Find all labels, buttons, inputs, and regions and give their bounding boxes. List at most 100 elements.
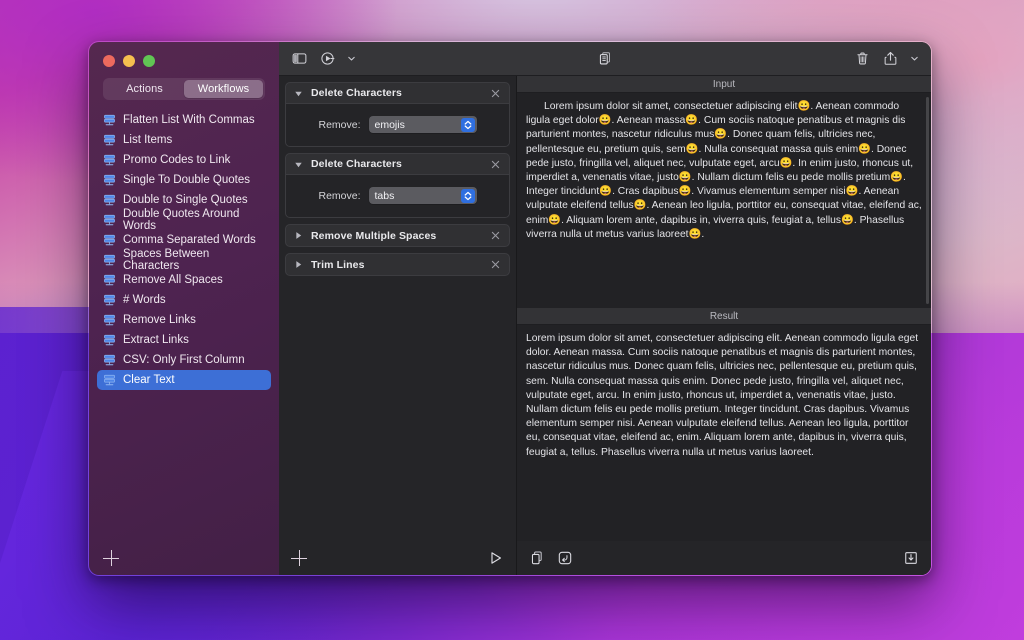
workflow-item-label: # Words (123, 294, 166, 306)
save-download-icon[interactable] (903, 550, 919, 566)
result-textarea[interactable]: Lorem ipsum dolor sit amet, consectetuer… (517, 325, 931, 541)
remove-popup-button[interactable]: emojis (369, 116, 477, 133)
input-scrollbar[interactable] (926, 97, 929, 304)
text-pane: Input Lorem ipsum dolor sit amet, consec… (517, 76, 931, 575)
action-card-header[interactable]: Remove Multiple Spaces (286, 225, 509, 246)
workflow-icon (103, 214, 116, 227)
workflow-list-item[interactable]: Remove All Spaces (97, 270, 271, 290)
input-section: Input Lorem ipsum dolor sit amet, consec… (517, 76, 931, 308)
workflow-item-label: Double to Single Quotes (123, 194, 248, 206)
workflow-list-item[interactable]: Double Quotes Around Words (97, 210, 271, 230)
workflow-list-item[interactable]: # Words (97, 290, 271, 310)
disclosure-triangle-right-icon[interactable] (294, 231, 303, 240)
workflow-item-label: Single To Double Quotes (123, 174, 250, 186)
popup-arrows[interactable] (461, 118, 475, 132)
workflow-icon (103, 354, 116, 367)
workflow-list-item[interactable]: Remove Links (97, 310, 271, 330)
workflow-list-item[interactable]: Promo Codes to Link (97, 150, 271, 170)
workflow-item-label: Spaces Between Characters (123, 248, 265, 272)
action-card: Trim Lines (285, 253, 510, 276)
workflow-item-label: List Items (123, 134, 172, 146)
close-icon[interactable] (490, 88, 501, 99)
workflow-item-label: CSV: Only First Column (123, 354, 245, 366)
workflow-icon (103, 334, 116, 347)
workflow-icon (103, 254, 116, 267)
add-action-button[interactable] (291, 550, 307, 566)
action-card: Remove Multiple Spaces (285, 224, 510, 247)
action-card-body: Remove:emojis (286, 104, 509, 146)
run-workflow-icon[interactable] (319, 50, 336, 67)
workflow-item-label: Double Quotes Around Words (123, 208, 265, 232)
segment-workflows[interactable]: Workflows (184, 80, 263, 98)
actions-pane: Delete Characters Remove:emojis Delete C… (279, 76, 517, 575)
action-card-body: Remove:tabs (286, 175, 509, 217)
input-textarea[interactable]: Lorem ipsum dolor sit amet, consectetuer… (517, 93, 931, 308)
workflow-list-item[interactable]: List Items (97, 130, 271, 150)
disclosure-triangle-down-icon[interactable] (294, 89, 303, 98)
toolbar-center-group (597, 50, 614, 67)
disclosure-triangle-right-icon[interactable] (294, 260, 303, 269)
workflow-icon (103, 134, 116, 147)
stepper-arrows-icon (462, 190, 474, 202)
run-triangle-icon[interactable] (488, 550, 504, 566)
minimize-button[interactable] (123, 55, 135, 67)
text-footer (517, 541, 931, 575)
chevron-down-icon[interactable] (347, 54, 356, 63)
close-icon[interactable] (490, 230, 501, 241)
actions-workflows-segmented-control[interactable]: Actions Workflows (103, 78, 265, 100)
result-header: Result (517, 308, 931, 325)
window-controls (89, 42, 279, 76)
disclosure-triangle-down-icon[interactable] (294, 160, 303, 169)
close-icon[interactable] (490, 259, 501, 270)
content-panes: Delete Characters Remove:emojis Delete C… (279, 76, 931, 575)
input-text: Lorem ipsum dolor sit amet, consectetuer… (526, 100, 922, 242)
workflow-list-item[interactable]: Spaces Between Characters (97, 250, 271, 270)
share-icon[interactable] (882, 50, 899, 67)
add-workflow-button[interactable] (103, 550, 119, 566)
action-card-title: Remove Multiple Spaces (311, 230, 482, 242)
popup-arrows[interactable] (461, 189, 475, 203)
sidebar-toggle-icon[interactable] (291, 50, 308, 67)
result-text: Lorem ipsum dolor sit amet, consectetuer… (526, 332, 922, 460)
main-area: Delete Characters Remove:emojis Delete C… (279, 42, 931, 575)
remove-popup-button[interactable]: tabs (369, 187, 477, 204)
workflow-item-label: Remove All Spaces (123, 274, 223, 286)
action-card-header[interactable]: Trim Lines (286, 254, 509, 275)
paste-icon[interactable] (557, 550, 573, 566)
zoom-button[interactable] (143, 55, 155, 67)
app-window: Actions Workflows Flatten List With Comm… (88, 41, 932, 576)
sidebar-footer (89, 541, 279, 575)
workflow-icon (103, 234, 116, 247)
sidebar: Actions Workflows Flatten List With Comm… (89, 42, 279, 575)
workflow-icon (103, 314, 116, 327)
workflow-list-item[interactable]: Clear Text (97, 370, 271, 390)
workflow-list-item[interactable]: Comma Separated Words (97, 230, 271, 250)
stepper-arrows-icon (462, 119, 474, 131)
input-header: Input (517, 76, 931, 93)
workflow-list: Flatten List With Commas List Items Prom… (89, 108, 279, 541)
workflow-list-item[interactable]: Flatten List With Commas (97, 110, 271, 130)
close-button[interactable] (103, 55, 115, 67)
chevron-down-icon[interactable] (910, 54, 919, 63)
action-card-header[interactable]: Delete Characters (286, 154, 509, 175)
toolbar-left-group (291, 50, 356, 67)
remove-popup-value: emojis (375, 119, 405, 131)
workflow-icon (103, 174, 116, 187)
close-icon[interactable] (490, 159, 501, 170)
workflow-list-item[interactable]: Double to Single Quotes (97, 190, 271, 210)
action-card-title: Delete Characters (311, 158, 482, 170)
workflow-icon (103, 114, 116, 127)
workflow-list-item[interactable]: Extract Links (97, 330, 271, 350)
documents-stack-icon[interactable] (597, 50, 614, 67)
workflow-list-item[interactable]: CSV: Only First Column (97, 350, 271, 370)
trash-icon[interactable] (854, 50, 871, 67)
segment-actions[interactable]: Actions (105, 80, 184, 98)
action-card-header[interactable]: Delete Characters (286, 83, 509, 104)
copy-icon[interactable] (529, 550, 545, 566)
workflow-item-label: Extract Links (123, 334, 189, 346)
workflow-item-label: Remove Links (123, 314, 196, 326)
action-card: Delete Characters Remove:emojis (285, 82, 510, 147)
workflow-list-item[interactable]: Single To Double Quotes (97, 170, 271, 190)
action-card-title: Delete Characters (311, 87, 482, 99)
workflow-icon (103, 154, 116, 167)
